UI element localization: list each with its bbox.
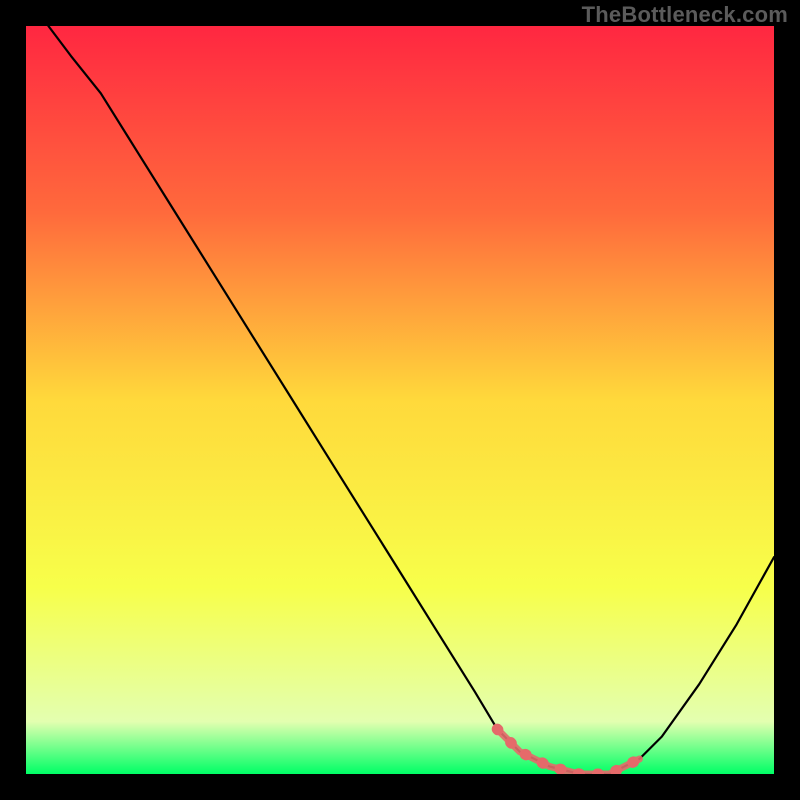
chart-frame: TheBottleneck.com (0, 0, 800, 800)
chart-background (26, 26, 774, 774)
watermark-text: TheBottleneck.com (582, 2, 788, 28)
bottleneck-chart (26, 26, 774, 774)
